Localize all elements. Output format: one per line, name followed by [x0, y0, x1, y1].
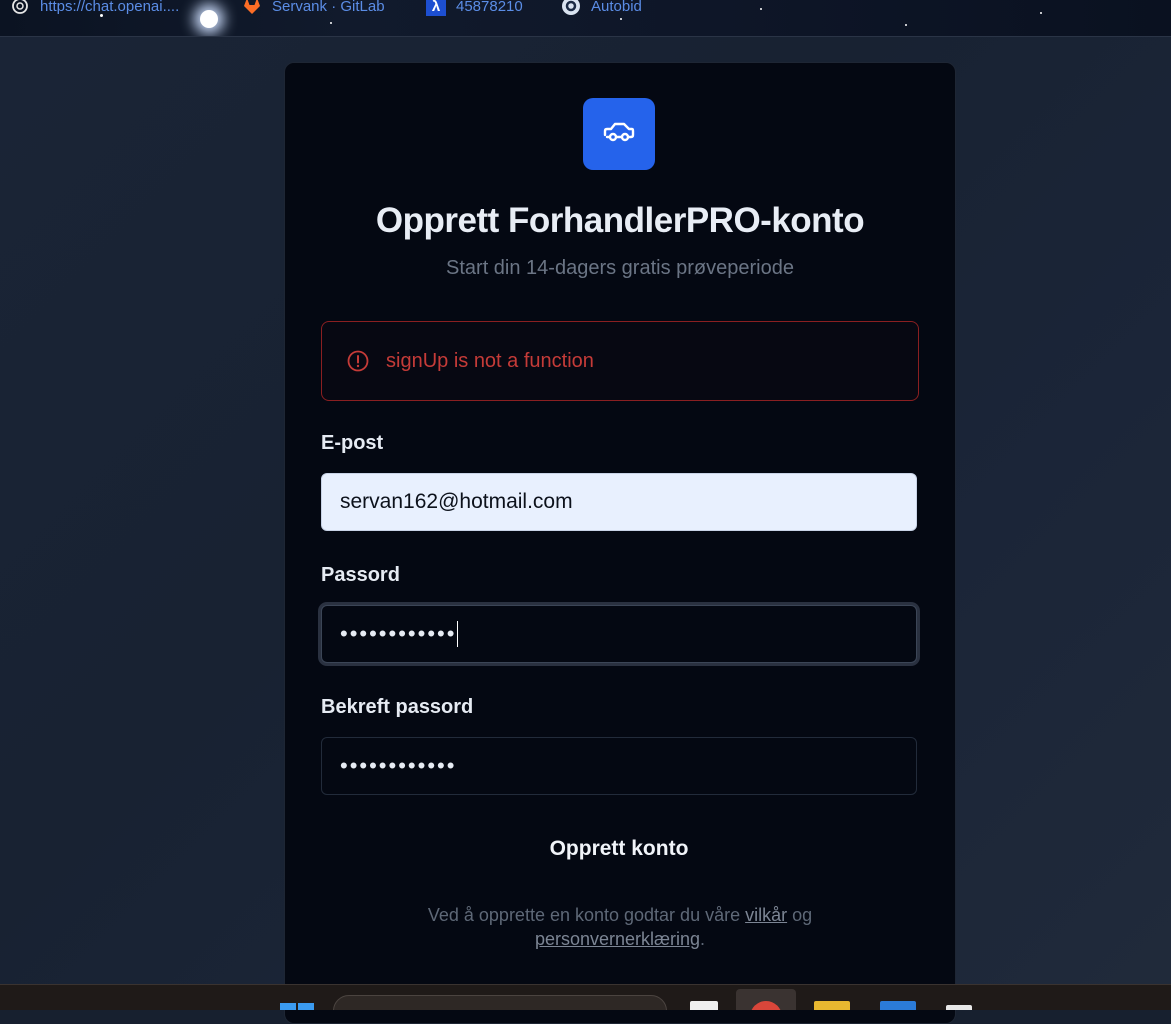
confirm-password-label: Bekreft passord: [321, 696, 474, 718]
password-label: Passord: [321, 564, 400, 586]
bookmark-chatgpt[interactable]: https://chat.openai....: [10, 0, 179, 18]
privacy-link[interactable]: personvernerklæring: [535, 929, 700, 949]
bookmark-45878210[interactable]: λ 45878210: [426, 0, 523, 18]
bookmark-autobid[interactable]: Autobid: [561, 0, 642, 18]
page-subtitle: Start din 14-dagers gratis prøveperiode: [446, 257, 794, 279]
taskbar-app-icon[interactable]: [946, 1005, 972, 1010]
confirm-password-value: ••••••••••••: [340, 753, 457, 778]
email-field[interactable]: servan162@hotmail.com: [321, 473, 917, 531]
bookmark-label: 45878210: [456, 0, 523, 15]
terms-prefix: Ved å opprette en konto godtar du våre: [427, 905, 746, 925]
password-field[interactable]: ••••••••••••: [321, 605, 917, 663]
taskbar: [0, 984, 1171, 1010]
text-caret: [457, 621, 459, 647]
terms-middle: og: [787, 905, 813, 925]
terms-link[interactable]: vilkår: [745, 905, 787, 925]
taskbar-search-box[interactable]: [333, 995, 667, 1010]
create-account-button[interactable]: Opprett konto: [321, 825, 917, 873]
chatgpt-icon: [10, 0, 30, 16]
error-message: signUp is not a function: [386, 349, 594, 372]
bookmark-gitlab[interactable]: Servank · GitLab: [242, 0, 385, 18]
page-title: Opprett ForhandlerPRO-konto: [375, 201, 865, 240]
confirm-password-field[interactable]: ••••••••••••: [321, 737, 917, 795]
bookmarks-bar: https://chat.openai.... Servank · GitLab…: [0, 0, 1171, 37]
bookmark-label: Servank · GitLab: [272, 0, 385, 15]
car-icon: [602, 120, 636, 149]
bookmark-label: Autobid: [591, 0, 642, 15]
password-value: ••••••••••••: [340, 621, 457, 646]
bookmark-label: https://chat.openai....: [40, 0, 180, 15]
lambda-icon: λ: [426, 0, 446, 16]
terms-text: Ved å opprette en konto godtar du våre v…: [385, 903, 855, 951]
signup-card: Opprett ForhandlerPRO-konto Start din 14…: [284, 62, 956, 1024]
taskbar-active-app[interactable]: [736, 989, 796, 1010]
terms-suffix: .: [700, 929, 706, 949]
error-alert: signUp is not a function: [321, 321, 919, 401]
email-value: servan162@hotmail.com: [340, 490, 573, 513]
windows-start-icon[interactable]: [280, 999, 314, 1010]
autobid-icon: [561, 0, 581, 16]
gitlab-icon: [242, 0, 262, 16]
alert-circle-icon: [346, 349, 370, 373]
car-logo: [583, 98, 655, 170]
email-label: E-post: [321, 432, 384, 454]
